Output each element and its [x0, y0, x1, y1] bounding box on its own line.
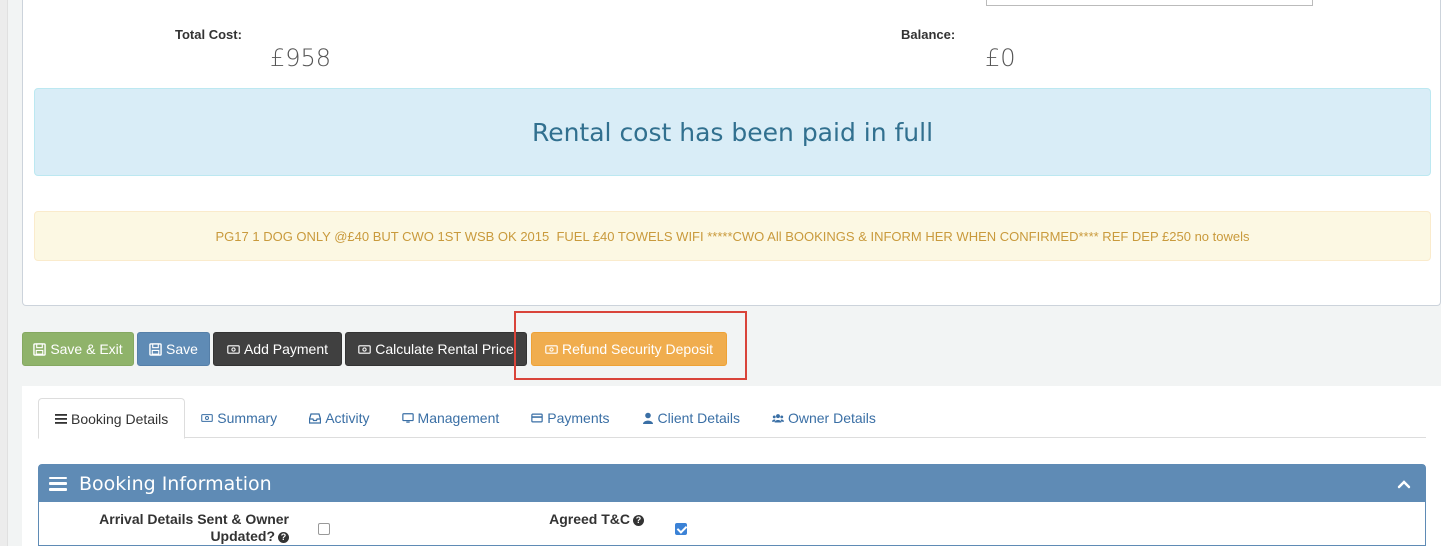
money-icon — [358, 344, 371, 354]
monitor-icon — [401, 413, 414, 423]
highlight-annotation-box — [514, 311, 747, 380]
tab-label: Booking Details — [71, 410, 169, 427]
tab-client-details[interactable]: Client Details — [626, 398, 756, 438]
booking-tabs-area: Booking Details Summary Activity Managem… — [22, 386, 1441, 546]
agreed-tc-label-text: Agreed T&C — [549, 511, 630, 527]
tab-payments[interactable]: Payments — [515, 398, 625, 438]
paid-in-full-alert: Rental cost has been paid in full — [34, 88, 1431, 176]
booking-notes-alert: PG17 1 DOG ONLY @£40 BUT CWO 1ST WSB OK … — [34, 211, 1431, 261]
tab-label: Summary — [217, 410, 278, 426]
chevron-up-icon[interactable] — [1397, 477, 1411, 491]
tab-label: Management — [417, 410, 500, 426]
tab-label: Client Details — [657, 410, 740, 426]
tab-activity[interactable]: Activity — [293, 398, 385, 438]
money-icon — [227, 344, 240, 354]
agreed-tc-checkbox[interactable] — [675, 523, 687, 535]
total-cost-label: Total Cost: — [175, 27, 242, 42]
add-payment-button[interactable]: Add Payment — [213, 332, 342, 366]
tab-booking-details[interactable]: Booking Details — [38, 398, 186, 439]
save-button[interactable]: Save — [137, 332, 210, 366]
arrival-details-checkbox[interactable] — [318, 523, 330, 535]
section-title: Booking Information — [79, 472, 272, 495]
add-payment-label: Add Payment — [243, 341, 329, 357]
arrival-details-label-line2: Updated? — [210, 528, 275, 544]
section-header[interactable]: Booking Information — [39, 465, 1425, 502]
menu-icon — [49, 476, 67, 491]
help-icon[interactable]: ? — [633, 515, 644, 526]
total-cost-value: £958 — [270, 44, 332, 72]
page-root: Total Cost: £958 Balance: £0 Rental cost… — [0, 0, 1441, 546]
partial-input-field[interactable] — [986, 0, 1313, 6]
booking-information-section: Booking Information Arrival Details Sent… — [38, 464, 1426, 546]
save-exit-button[interactable]: Save & Exit — [22, 332, 134, 366]
balance-label: Balance: — [901, 27, 956, 42]
calculate-rental-price-label: Calculate Rental Price — [375, 341, 514, 357]
arrival-details-label-line1: Arrival Details Sent & Owner — [99, 511, 289, 527]
tab-label: Payments — [547, 410, 610, 426]
save-label: Save — [166, 341, 198, 357]
tab-label: Activity — [325, 410, 370, 426]
save-exit-label: Save & Exit — [50, 341, 123, 357]
list-icon — [55, 413, 67, 424]
calculate-rental-price-button[interactable]: Calculate Rental Price — [345, 332, 527, 366]
user-icon — [642, 412, 653, 424]
balance-value: £0 — [985, 44, 1016, 72]
money-icon — [201, 414, 214, 422]
tab-owner-details[interactable]: Owner Details — [756, 398, 892, 438]
floppy-disk-icon — [33, 342, 47, 356]
help-icon[interactable]: ? — [278, 532, 289, 543]
tab-summary[interactable]: Summary — [185, 398, 293, 438]
booking-cost-panel: Total Cost: £958 Balance: £0 Rental cost… — [22, 0, 1441, 306]
floppy-disk-icon — [149, 342, 162, 356]
credit-card-icon — [531, 413, 543, 423]
users-icon — [771, 414, 784, 423]
inbox-icon — [309, 413, 322, 424]
agreed-tc-label: Agreed T&C? — [509, 511, 644, 528]
arrival-details-label: Arrival Details Sent & Owner Updated?? — [69, 511, 289, 545]
tab-management[interactable]: Management — [386, 398, 516, 438]
tab-label: Owner Details — [787, 410, 876, 426]
booking-tabs: Booking Details Summary Activity Managem… — [38, 398, 1426, 439]
left-edge-strip — [0, 0, 8, 546]
